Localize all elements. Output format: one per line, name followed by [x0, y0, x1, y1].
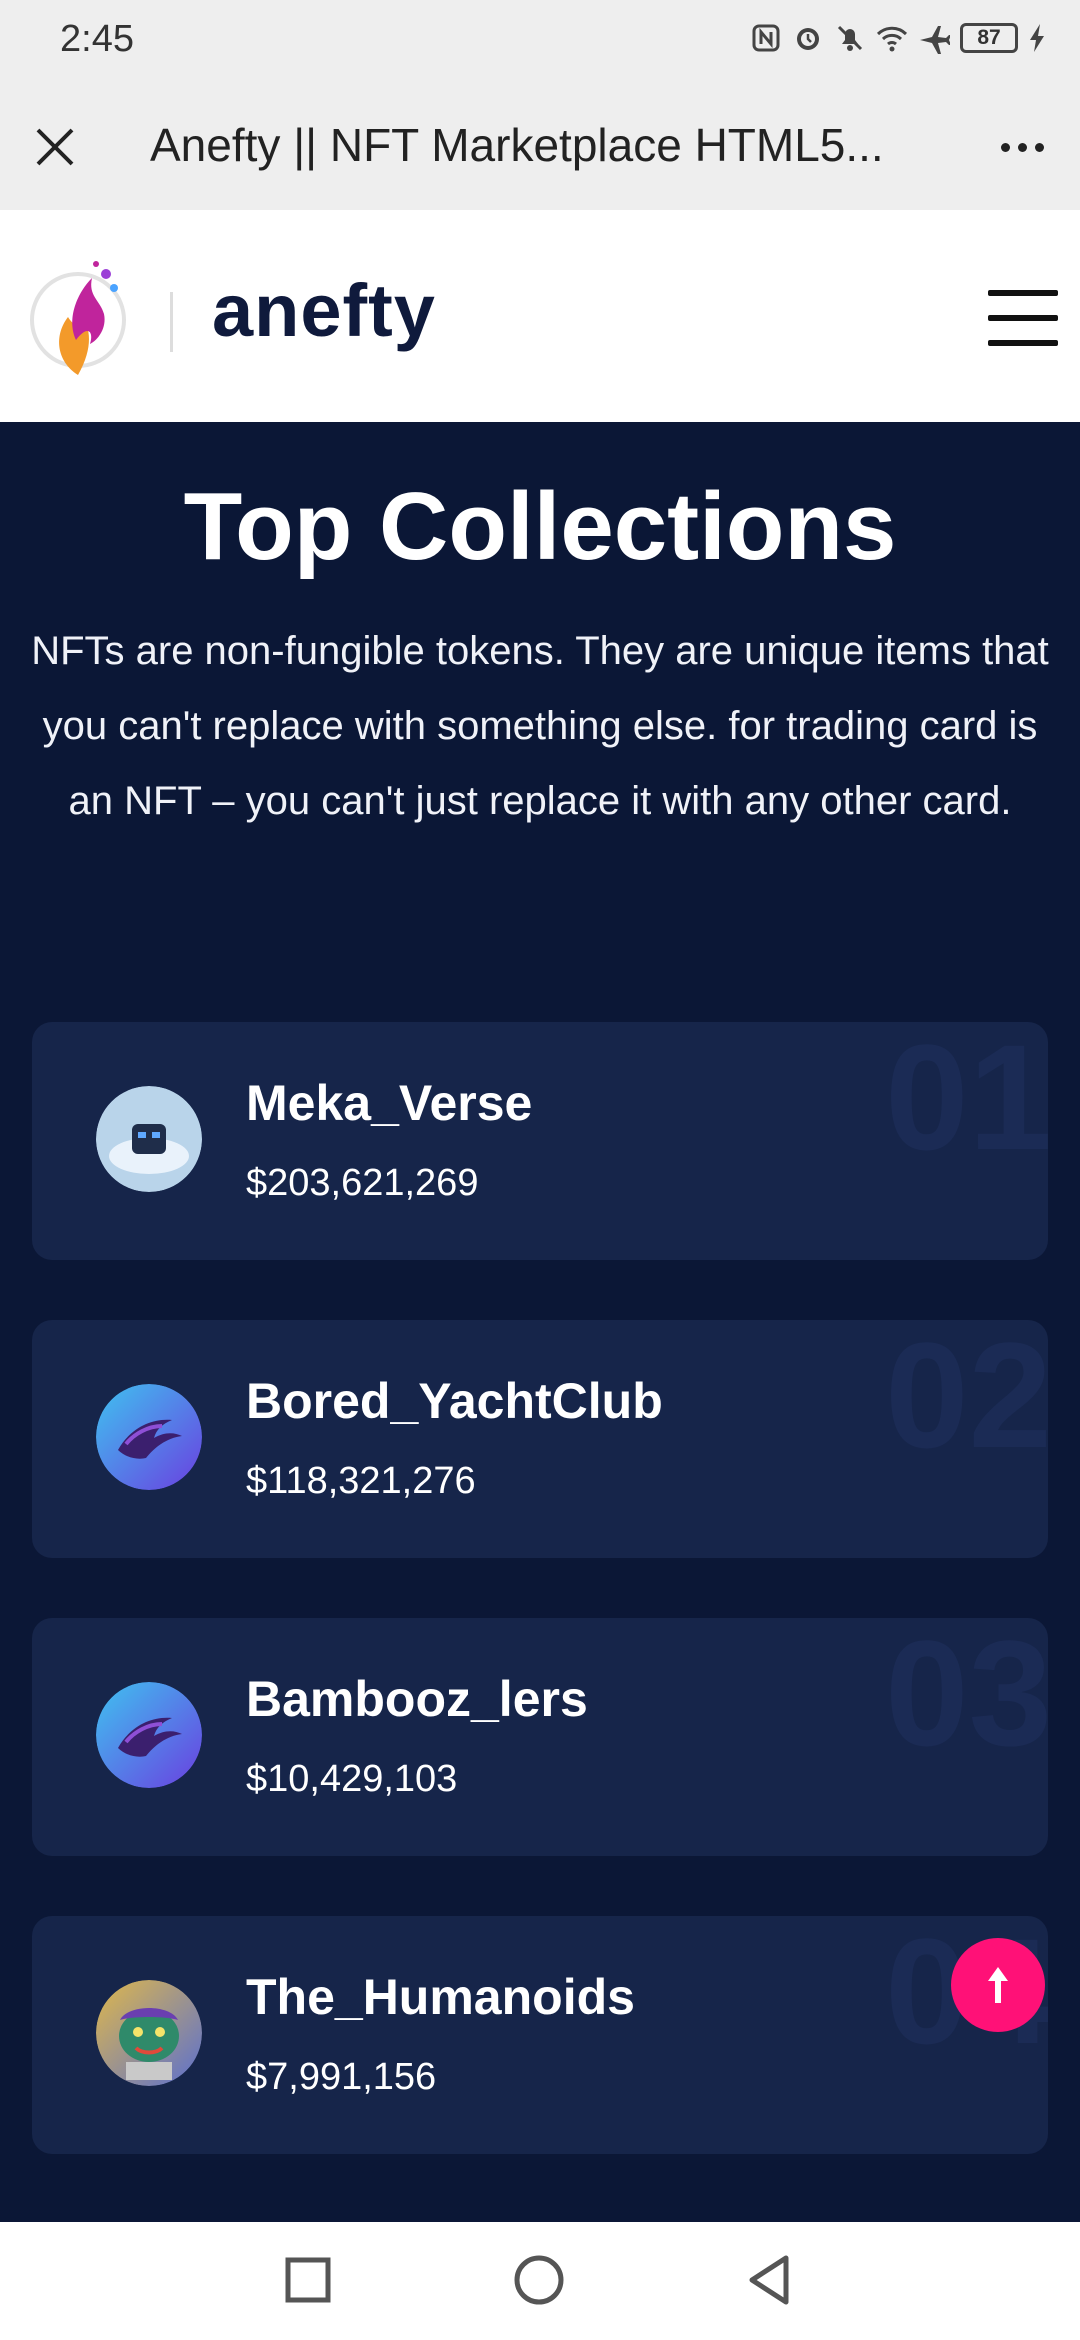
collection-value: $118,321,276: [246, 1460, 476, 1502]
collection-avatar: [96, 1086, 202, 1192]
nfc-icon: [752, 24, 780, 52]
collection-rank: 02: [885, 1320, 1048, 1479]
collection-card[interactable]: 01 Meka_Verse $203,621,269: [32, 1022, 1048, 1260]
collection-name: Bored_YachtClub: [246, 1373, 663, 1429]
page-title: Anefty || NFT Marketplace HTML5...: [150, 119, 884, 171]
circle-icon[interactable]: [509, 2250, 569, 2310]
section-description: NFTs are non-fungible tokens. They are u…: [31, 629, 1049, 823]
collection-value: $203,621,269: [246, 1162, 479, 1204]
logo-divider: [170, 292, 173, 352]
square-icon[interactable]: [278, 2250, 338, 2310]
status-bar: 2:45 87: [0, 0, 1080, 82]
close-icon[interactable]: [28, 120, 82, 174]
site-header: anefty: [0, 210, 1080, 422]
collection-avatar: [96, 1682, 202, 1788]
collection-value: $10,429,103: [246, 1758, 458, 1800]
scroll-to-top-button[interactable]: [951, 1938, 1045, 2032]
collection-rank: 01: [885, 1022, 1048, 1181]
collection-name: Meka_Verse: [246, 1075, 533, 1131]
more-options-icon[interactable]: [992, 120, 1052, 174]
wifi-icon: [876, 26, 908, 52]
collection-card[interactable]: 04 The_Humanoids $7,991,156: [32, 1916, 1048, 2154]
collection-avatar: [96, 1980, 202, 2086]
mute-icon: [837, 25, 863, 51]
arrow-up-icon: [988, 1967, 1008, 2003]
section-title: Top Collections: [183, 473, 897, 580]
collection-value: $7,991,156: [246, 2056, 437, 2098]
collection-card[interactable]: 02 Bored_YachtClub $118,321,276: [32, 1320, 1048, 1558]
system-nav-bar: [0, 2222, 1080, 2340]
collection-card[interactable]: 03 Bambooz_lers $10,429,103: [32, 1618, 1048, 1856]
browser-toolbar: Anefty || NFT Marketplace HTML5...: [0, 82, 1080, 210]
battery-icon: 87: [960, 23, 1018, 53]
hamburger-menu-icon[interactable]: [988, 290, 1058, 346]
site-logo[interactable]: anefty: [212, 268, 436, 353]
status-time: 2:45: [60, 18, 134, 60]
airplane-icon: [920, 26, 950, 54]
collection-name: Bambooz_lers: [246, 1671, 588, 1727]
alarm-icon: [797, 28, 819, 50]
collection-rank: 03: [885, 1618, 1048, 1777]
status-icons: 87: [750, 22, 1046, 54]
triangle-back-icon[interactable]: [740, 2250, 800, 2310]
logo-icon[interactable]: [30, 250, 130, 380]
collection-name: The_Humanoids: [246, 1969, 635, 2025]
collection-avatar: [96, 1384, 202, 1490]
top-collections-section: Top Collections NFTs are non-fungible to…: [0, 422, 1080, 2222]
charging-icon: [1030, 24, 1044, 52]
